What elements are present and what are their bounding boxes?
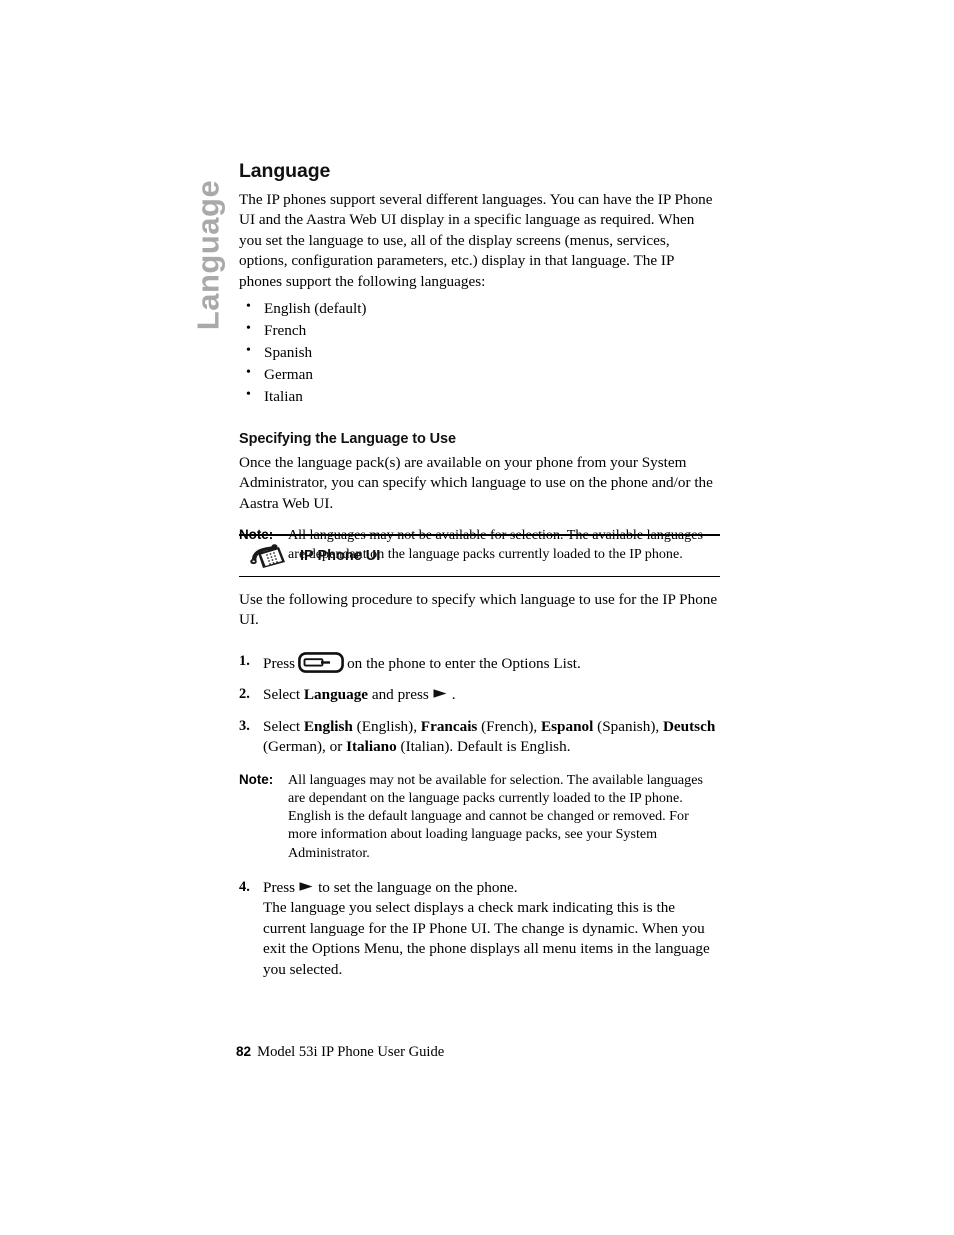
footer-page-number: 82 — [236, 1044, 252, 1059]
step-number: 2. — [239, 686, 250, 703]
lang-term-italiano: Italiano — [346, 738, 397, 756]
list-item: French — [239, 320, 720, 341]
step-text-before: Select — [263, 717, 301, 735]
step-text-after: to set the language on the phone. — [318, 878, 518, 896]
desk-phone-icon — [249, 542, 287, 570]
options-key-icon — [298, 651, 344, 673]
step-text-after: on the phone to enter the Options List. — [347, 654, 581, 672]
lang-paren-deutsch: (German), or — [263, 738, 343, 756]
step-number: 1. — [239, 652, 250, 669]
lang-paren-italiano: (Italian). Default is English. — [400, 738, 571, 756]
page-title: Language — [239, 160, 331, 182]
lang-term-english: English — [303, 717, 353, 735]
lang-term-deutsch: Deutsch — [662, 717, 716, 735]
procedure-section: Use the following procedure to specify w… — [239, 590, 720, 991]
list-item: Spanish — [239, 342, 720, 363]
step-4: 4. Press to set the language on the phone.… — [239, 878, 720, 980]
banner-label: IP Phone UI — [300, 548, 381, 564]
lang-term-espanol: Espanol — [541, 717, 594, 735]
document-page: Language Language The IP phones support … — [0, 0, 954, 1235]
procedure-intro: Use the following procedure to specify w… — [239, 591, 718, 629]
step-bold-term: Language — [303, 686, 369, 704]
side-tab-label: Language — [190, 179, 226, 331]
right-arrow-key-icon — [432, 686, 449, 699]
step-detail-text: The language you select displays a check… — [263, 899, 710, 978]
list-item: English (default) — [239, 298, 720, 319]
step-text-middle: and press — [371, 686, 429, 704]
step-number: 3. — [239, 717, 250, 734]
lang-paren-english: (English), — [356, 717, 417, 735]
supported-languages-list: English (default) French Spanish German … — [239, 298, 720, 407]
lang-term-francais: Francais — [420, 717, 478, 735]
list-item: German — [239, 364, 720, 385]
right-arrow-key-icon — [298, 879, 315, 892]
lang-paren-espanol: (Spanish), — [597, 717, 660, 735]
subsection-intro-paragraph: Once the language pack(s) are available … — [239, 453, 713, 512]
ip-phone-ui-banner: IP Phone UI — [239, 534, 720, 577]
page-footer: 82 Model 53i IP Phone User Guide — [236, 1044, 444, 1061]
step-note-block: Note: All languages may not be available… — [239, 771, 720, 862]
note-label: Note: — [239, 771, 274, 787]
step-text-before: Press — [263, 654, 296, 672]
banner-rule-bottom — [239, 576, 720, 577]
section-intro-paragraph: The IP phones support several different … — [239, 191, 713, 290]
step-text-after: . — [451, 686, 456, 704]
list-item: Italian — [239, 386, 720, 407]
step-text-before: Press — [263, 878, 296, 896]
footer-document-title: Model 53i IP Phone User Guide — [257, 1044, 445, 1060]
step-2: 2. Select Language and press. — [239, 685, 720, 705]
step-text-before: Select — [263, 686, 301, 704]
procedure-steps-continued: 4. Press to set the language on the phone.… — [239, 878, 720, 980]
procedure-steps: 1. Press on the phone to enter the Option… — [239, 651, 720, 758]
step-number: 4. — [239, 878, 250, 895]
step-1: 1. Press on the phone to enter the Option… — [239, 651, 720, 674]
subsection-title: Specifying the Language to Use — [239, 430, 456, 447]
step-3: 3. Select English (English), Francais (Fr… — [239, 717, 720, 758]
main-content: Language The IP phones support several d… — [239, 160, 720, 563]
note-text: All languages may not be available for s… — [288, 771, 703, 861]
banner-body: IP Phone UI — [239, 536, 720, 576]
lang-paren-francais: (French), — [481, 717, 538, 735]
side-tab: Language — [186, 150, 230, 360]
